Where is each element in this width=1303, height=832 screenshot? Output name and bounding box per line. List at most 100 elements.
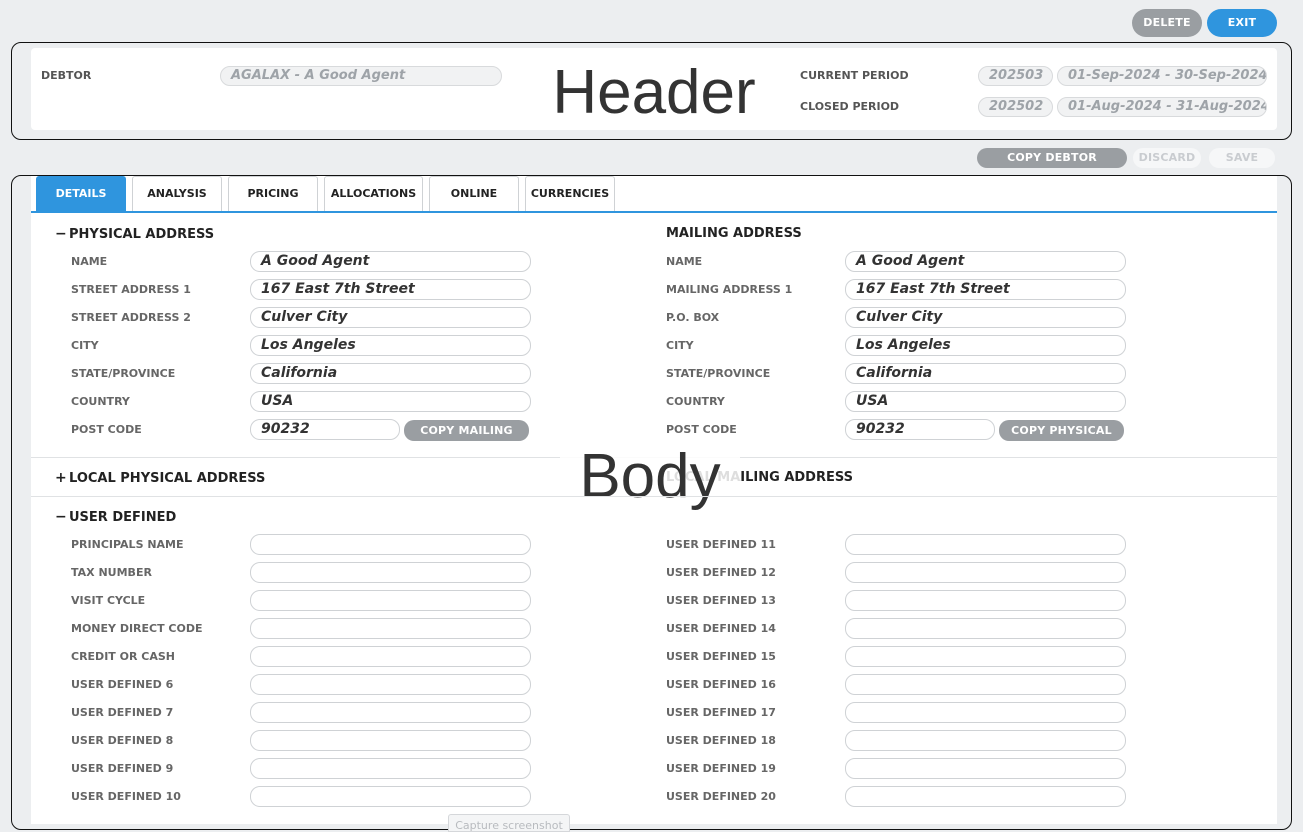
current-period-code: 202503 — [978, 66, 1053, 86]
tab-currencies[interactable]: CURRENCIES — [525, 176, 615, 211]
field-label-user-defined-14: USER DEFINED 14 — [666, 622, 776, 635]
current-period-label: CURRENT PERIOD — [800, 69, 909, 82]
closed-period-code: 202502 — [978, 97, 1053, 117]
field-label-user-defined-18: USER DEFINED 18 — [666, 734, 776, 747]
field-label-city: CITY — [666, 339, 694, 352]
field-label-money-direct-code: MONEY DIRECT CODE — [71, 622, 203, 635]
credit-or-cash-input[interactable] — [250, 646, 531, 667]
collapse-icon[interactable]: − — [55, 226, 69, 242]
physical-address-title: PHYSICAL ADDRESS — [69, 227, 215, 242]
field-label-state-province: STATE/PROVINCE — [666, 367, 771, 380]
closed-period-range: 01-Aug-2024 - 31-Aug-2024 — [1057, 97, 1267, 117]
user-defined-14-input[interactable] — [845, 618, 1126, 639]
user-defined-12-input[interactable] — [845, 562, 1126, 583]
country-input[interactable]: USA — [250, 391, 531, 412]
field-label-mailing-address-1: MAILING ADDRESS 1 — [666, 283, 793, 296]
capture-screenshot-button[interactable]: Capture screenshot — [448, 814, 570, 832]
field-label-user-defined-13: USER DEFINED 13 — [666, 594, 776, 607]
user-defined-16-input[interactable] — [845, 674, 1126, 695]
user-defined-10-input[interactable] — [250, 786, 531, 807]
post-code-input[interactable]: 90232 — [250, 419, 400, 440]
mailing-address-header: MAILING ADDRESS — [666, 226, 802, 241]
discard-button[interactable]: DISCARD — [1133, 148, 1201, 168]
field-label-p-o-box: P.O. BOX — [666, 311, 720, 324]
field-label-street-address-1: STREET ADDRESS 1 — [71, 283, 191, 296]
local-physical-address-title: LOCAL PHYSICAL ADDRESS — [69, 471, 266, 486]
user-defined-15-input[interactable] — [845, 646, 1126, 667]
user-defined-8-input[interactable] — [250, 730, 531, 751]
city-input[interactable]: Los Angeles — [250, 335, 531, 356]
local-physical-address-header[interactable]: + LOCAL PHYSICAL ADDRESS — [55, 470, 265, 486]
name-input[interactable]: A Good Agent — [250, 251, 531, 272]
tab-analysis[interactable]: ANALYSIS — [132, 176, 222, 211]
field-label-user-defined-7: USER DEFINED 7 — [71, 706, 174, 719]
mailing-address-1-input[interactable]: 167 East 7th Street — [845, 279, 1126, 300]
field-label-visit-cycle: VISIT CYCLE — [71, 594, 146, 607]
field-label-country: COUNTRY — [666, 395, 725, 408]
field-label-user-defined-17: USER DEFINED 17 — [666, 706, 776, 719]
field-label-post-code: POST CODE — [666, 423, 737, 436]
user-defined-17-input[interactable] — [845, 702, 1126, 723]
current-period-range: 01-Sep-2024 - 30-Sep-2024 — [1057, 66, 1267, 86]
field-label-principals-name: PRINCIPALS NAME — [71, 538, 184, 551]
field-label-user-defined-19: USER DEFINED 19 — [666, 762, 776, 775]
field-label-user-defined-9: USER DEFINED 9 — [71, 762, 174, 775]
delete-button[interactable]: DELETE — [1132, 9, 1202, 37]
post-code-input[interactable]: 90232 — [845, 419, 995, 440]
field-label-name: NAME — [71, 255, 108, 268]
field-label-credit-or-cash: CREDIT OR CASH — [71, 650, 175, 663]
street-address-1-input[interactable]: 167 East 7th Street — [250, 279, 531, 300]
principals-name-input[interactable] — [250, 534, 531, 555]
field-label-user-defined-12: USER DEFINED 12 — [666, 566, 776, 579]
state-province-input[interactable]: California — [845, 363, 1126, 384]
header-overlay-label: Header — [530, 62, 778, 128]
expand-icon[interactable]: + — [55, 470, 69, 486]
tab-allocations[interactable]: ALLOCATIONS — [324, 176, 423, 211]
copy-mailing-button[interactable]: COPY MAILING — [404, 420, 529, 441]
collapse-icon[interactable]: − — [55, 509, 69, 525]
field-label-city: CITY — [71, 339, 99, 352]
field-label-name: NAME — [666, 255, 703, 268]
name-input[interactable]: A Good Agent — [845, 251, 1126, 272]
state-province-input[interactable]: California — [250, 363, 531, 384]
user-defined-9-input[interactable] — [250, 758, 531, 779]
field-label-street-address-2: STREET ADDRESS 2 — [71, 311, 191, 324]
debtor-label: DEBTOR — [41, 69, 92, 82]
section-divider — [31, 496, 1277, 497]
country-input[interactable]: USA — [845, 391, 1126, 412]
tab-pricing[interactable]: PRICING — [228, 176, 318, 211]
debtor-field: AGALAX - A Good Agent — [220, 66, 502, 86]
user-defined-header[interactable]: − USER DEFINED — [55, 509, 176, 525]
user-defined-13-input[interactable] — [845, 590, 1126, 611]
user-defined-title: USER DEFINED — [69, 510, 177, 525]
user-defined-19-input[interactable] — [845, 758, 1126, 779]
visit-cycle-input[interactable] — [250, 590, 531, 611]
money-direct-code-input[interactable] — [250, 618, 531, 639]
copy-physical-button[interactable]: COPY PHYSICAL — [999, 420, 1124, 441]
field-label-user-defined-6: USER DEFINED 6 — [71, 678, 174, 691]
user-defined-20-input[interactable] — [845, 786, 1126, 807]
field-label-post-code: POST CODE — [71, 423, 142, 436]
field-label-user-defined-11: USER DEFINED 11 — [666, 538, 776, 551]
closed-period-label: CLOSED PERIOD — [800, 100, 900, 113]
exit-button[interactable]: EXIT — [1207, 9, 1277, 37]
tab-details[interactable]: DETAILS — [36, 176, 126, 211]
field-label-tax-number: TAX NUMBER — [71, 566, 152, 579]
mailing-address-title: MAILING ADDRESS — [666, 226, 802, 241]
tax-number-input[interactable] — [250, 562, 531, 583]
copy-debtor-button[interactable]: COPY DEBTOR — [977, 148, 1127, 168]
street-address-2-input[interactable]: Culver City — [250, 307, 531, 328]
p-o-box-input[interactable]: Culver City — [845, 307, 1126, 328]
user-defined-6-input[interactable] — [250, 674, 531, 695]
physical-address-header[interactable]: − PHYSICAL ADDRESS — [55, 226, 214, 242]
field-label-user-defined-20: USER DEFINED 20 — [666, 790, 776, 803]
field-label-user-defined-16: USER DEFINED 16 — [666, 678, 776, 691]
user-defined-18-input[interactable] — [845, 730, 1126, 751]
city-input[interactable]: Los Angeles — [845, 335, 1126, 356]
user-defined-11-input[interactable] — [845, 534, 1126, 555]
save-button[interactable]: SAVE — [1209, 148, 1275, 168]
field-label-user-defined-15: USER DEFINED 15 — [666, 650, 776, 663]
tab-online[interactable]: ONLINE — [429, 176, 519, 211]
user-defined-7-input[interactable] — [250, 702, 531, 723]
field-label-state-province: STATE/PROVINCE — [71, 367, 176, 380]
